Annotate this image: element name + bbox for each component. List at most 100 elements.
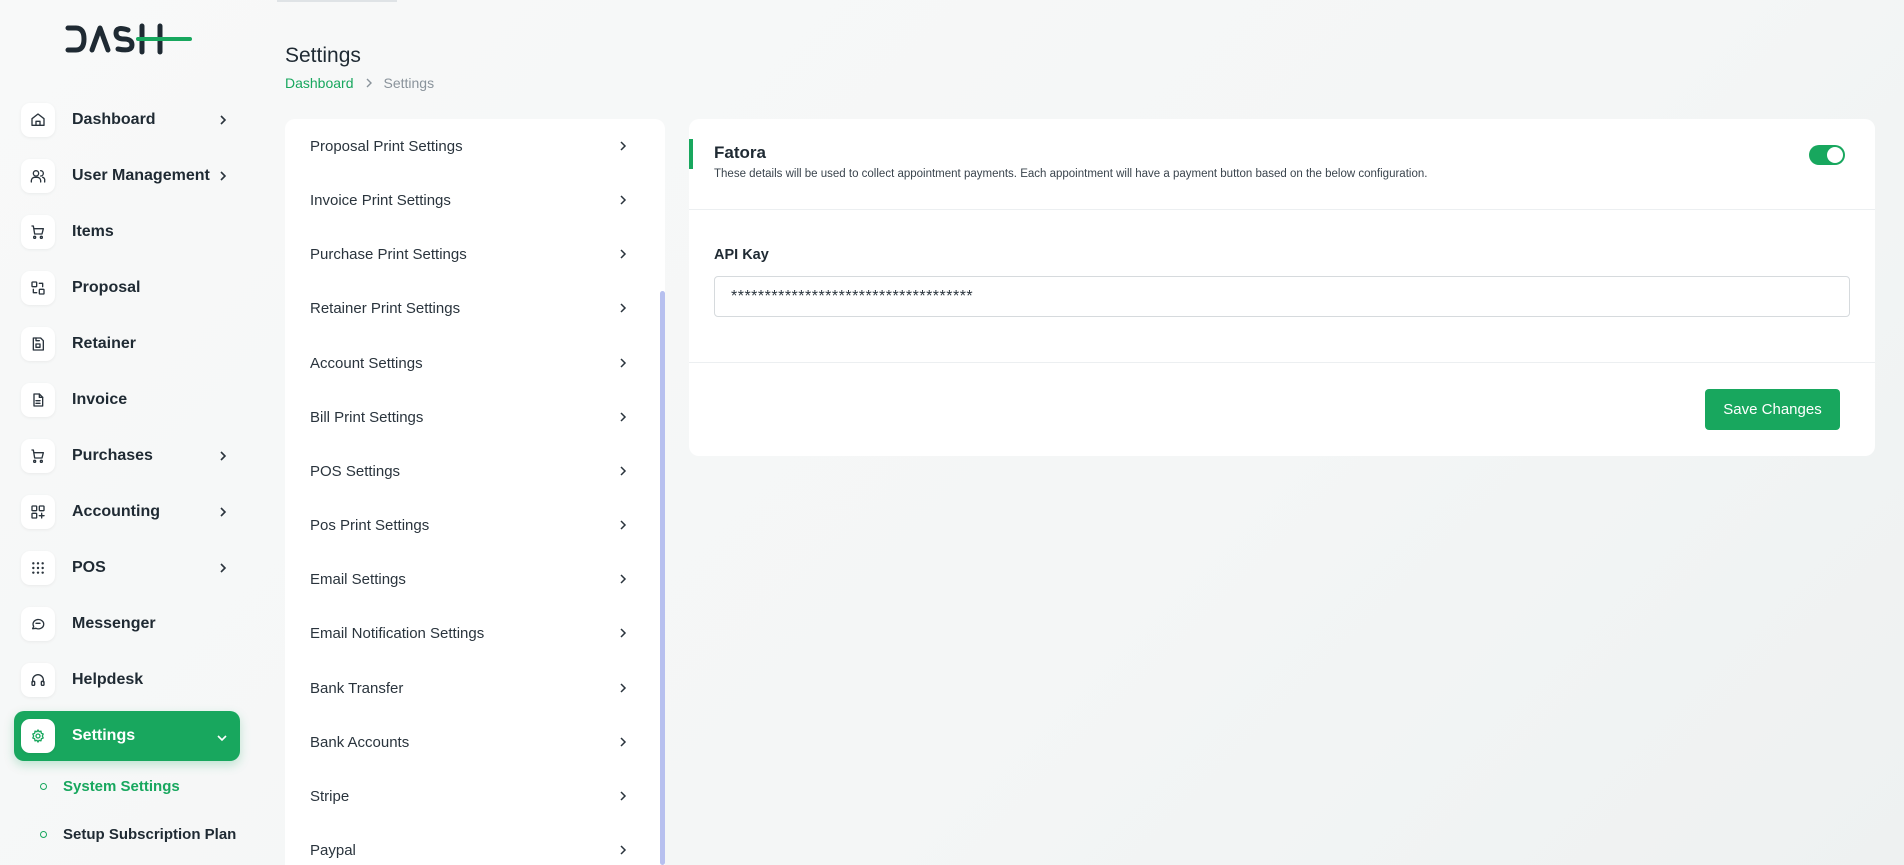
sidebar-subitem-system-settings[interactable]: System Settings bbox=[40, 778, 180, 795]
sidebar-item-items[interactable]: Items bbox=[14, 207, 240, 257]
card-description: These details will be used to collect ap… bbox=[714, 168, 1428, 180]
top-tab-indicator bbox=[277, 0, 397, 2]
page-title: Settings bbox=[285, 44, 361, 67]
cart-icon bbox=[21, 215, 55, 249]
chevron-right-icon bbox=[620, 195, 627, 205]
settings-menu-item[interactable]: Bill Print Settings bbox=[285, 390, 657, 444]
save-file-icon bbox=[21, 327, 55, 361]
sidebar-subitem-label: Setup Subscription Plan bbox=[63, 826, 237, 843]
card-title: Fatora bbox=[714, 143, 766, 162]
breadcrumb: Dashboard Settings bbox=[285, 75, 434, 91]
headset-icon bbox=[21, 663, 55, 697]
settings-menu-item[interactable]: Invoice Print Settings bbox=[285, 173, 657, 227]
chevron-right-icon bbox=[220, 507, 227, 517]
sidebar-item-label: Accounting bbox=[72, 503, 160, 520]
chevron-right-icon bbox=[620, 845, 627, 855]
sidebar-item-pos[interactable]: POS bbox=[14, 543, 240, 593]
settings-menu-item[interactable]: Bank Accounts bbox=[285, 715, 657, 769]
settings-menu-label: Stripe bbox=[310, 787, 350, 805]
settings-menu-label: Pos Print Settings bbox=[310, 516, 430, 534]
sidebar-item-label: Messenger bbox=[72, 615, 156, 632]
settings-menu-item[interactable]: Account Settings bbox=[285, 336, 657, 390]
sidebar-item-label: Settings bbox=[72, 727, 136, 744]
sidebar-item-user-management[interactable]: User Management bbox=[14, 151, 240, 201]
sidebar-item-label: Items bbox=[72, 223, 114, 240]
settings-menu-label: Account Settings bbox=[310, 354, 423, 372]
settings-menu-item[interactable]: Purchase Print Settings bbox=[285, 227, 657, 281]
sidebar-subitem-setup-subscription-plan[interactable]: Setup Subscription Plan bbox=[40, 826, 236, 843]
settings-menu-item[interactable]: Pos Print Settings bbox=[285, 498, 657, 552]
sidebar-item-messenger[interactable]: Messenger bbox=[14, 599, 240, 649]
save-changes-button[interactable]: Save Changes bbox=[1705, 389, 1840, 430]
toggle-knob bbox=[1827, 147, 1843, 163]
chevron-right-icon bbox=[620, 683, 627, 693]
chevron-right-icon bbox=[366, 78, 372, 88]
sidebar-item-invoice[interactable]: Invoice bbox=[14, 375, 240, 425]
fatora-enable-toggle[interactable] bbox=[1809, 145, 1845, 165]
settings-menu-label: Email Settings bbox=[310, 570, 406, 588]
sidebar-item-label: Proposal bbox=[72, 279, 141, 296]
sidebar-item-label: Retainer bbox=[72, 335, 137, 352]
chevron-right-icon bbox=[620, 412, 627, 422]
settings-menu-label: Bank Accounts bbox=[310, 733, 410, 751]
settings-menu: Proposal Print Settings Invoice Print Se… bbox=[285, 119, 665, 865]
chevron-right-icon bbox=[220, 563, 227, 573]
settings-menu-label: Paypal bbox=[310, 841, 356, 859]
sidebar-item-label: User Management bbox=[72, 167, 210, 184]
api-key-input[interactable] bbox=[714, 276, 1850, 317]
bullet-icon bbox=[40, 783, 47, 790]
settings-menu-label: Bank Transfer bbox=[310, 679, 404, 697]
chevron-right-icon bbox=[220, 171, 227, 181]
card-divider bbox=[689, 209, 1875, 210]
settings-menu-label: Email Notification Settings bbox=[310, 624, 485, 642]
chevron-right-icon bbox=[620, 303, 627, 313]
sidebar-item-label: Invoice bbox=[72, 391, 128, 408]
gear-icon bbox=[21, 719, 55, 753]
fatora-settings-card: Fatora These details will be used to col… bbox=[689, 119, 1875, 456]
replace-icon bbox=[21, 271, 55, 305]
settings-menu-label: Purchase Print Settings bbox=[310, 245, 467, 263]
sidebar-item-label: Dashboard bbox=[72, 111, 156, 128]
chevron-right-icon bbox=[620, 466, 627, 476]
sidebar-item-retainer[interactable]: Retainer bbox=[14, 319, 240, 369]
chevron-right-icon bbox=[620, 737, 627, 747]
sidebar-item-purchases[interactable]: Purchases bbox=[14, 431, 240, 481]
users-icon bbox=[21, 159, 55, 193]
settings-menu-label: Proposal Print Settings bbox=[310, 137, 463, 155]
sidebar-subitem-label: System Settings bbox=[63, 778, 180, 795]
chevron-right-icon bbox=[620, 791, 627, 801]
chevron-right-icon bbox=[620, 249, 627, 259]
settings-menu-label: Bill Print Settings bbox=[310, 408, 424, 426]
card-divider bbox=[689, 362, 1875, 363]
dash-logo[interactable] bbox=[64, 22, 194, 56]
chevron-right-icon bbox=[620, 358, 627, 368]
sidebar-item-dashboard[interactable]: Dashboard bbox=[14, 95, 240, 145]
breadcrumb-current: Settings bbox=[383, 75, 435, 91]
settings-menu-item[interactable]: Stripe bbox=[285, 769, 657, 823]
settings-menu-item[interactable]: Paypal bbox=[285, 823, 657, 865]
sidebar-item-accounting[interactable]: Accounting bbox=[14, 487, 240, 537]
settings-menu-item[interactable]: Proposal Print Settings bbox=[285, 119, 657, 173]
bullet-icon bbox=[40, 831, 47, 838]
settings-menu-scrollbar[interactable] bbox=[660, 291, 665, 865]
settings-menu-item[interactable]: Email Notification Settings bbox=[285, 606, 657, 660]
settings-menu-item[interactable]: Bank Transfer bbox=[285, 661, 657, 715]
chevron-right-icon bbox=[220, 115, 227, 125]
sidebar-item-settings[interactable]: Settings bbox=[14, 711, 240, 761]
sidebar: Dashboard User Management Items Proposal… bbox=[0, 0, 255, 865]
settings-menu-label: POS Settings bbox=[310, 462, 401, 480]
settings-menu-item[interactable]: POS Settings bbox=[285, 444, 657, 498]
settings-menu-item[interactable]: Retainer Print Settings bbox=[285, 281, 657, 335]
grid-dots-icon bbox=[21, 551, 55, 585]
api-key-label: API Kay bbox=[714, 247, 769, 263]
sidebar-item-proposal[interactable]: Proposal bbox=[14, 263, 240, 313]
sidebar-item-label: POS bbox=[72, 559, 106, 576]
breadcrumb-link-dashboard[interactable]: Dashboard bbox=[285, 75, 354, 91]
apps-plus-icon bbox=[21, 495, 55, 529]
sidebar-item-label: Purchases bbox=[72, 447, 153, 464]
chevron-right-icon bbox=[620, 520, 627, 530]
settings-menu-item[interactable]: Email Settings bbox=[285, 552, 657, 606]
sidebar-item-helpdesk[interactable]: Helpdesk bbox=[14, 655, 240, 705]
card-accent-bar bbox=[689, 139, 693, 169]
cart-icon bbox=[21, 439, 55, 473]
